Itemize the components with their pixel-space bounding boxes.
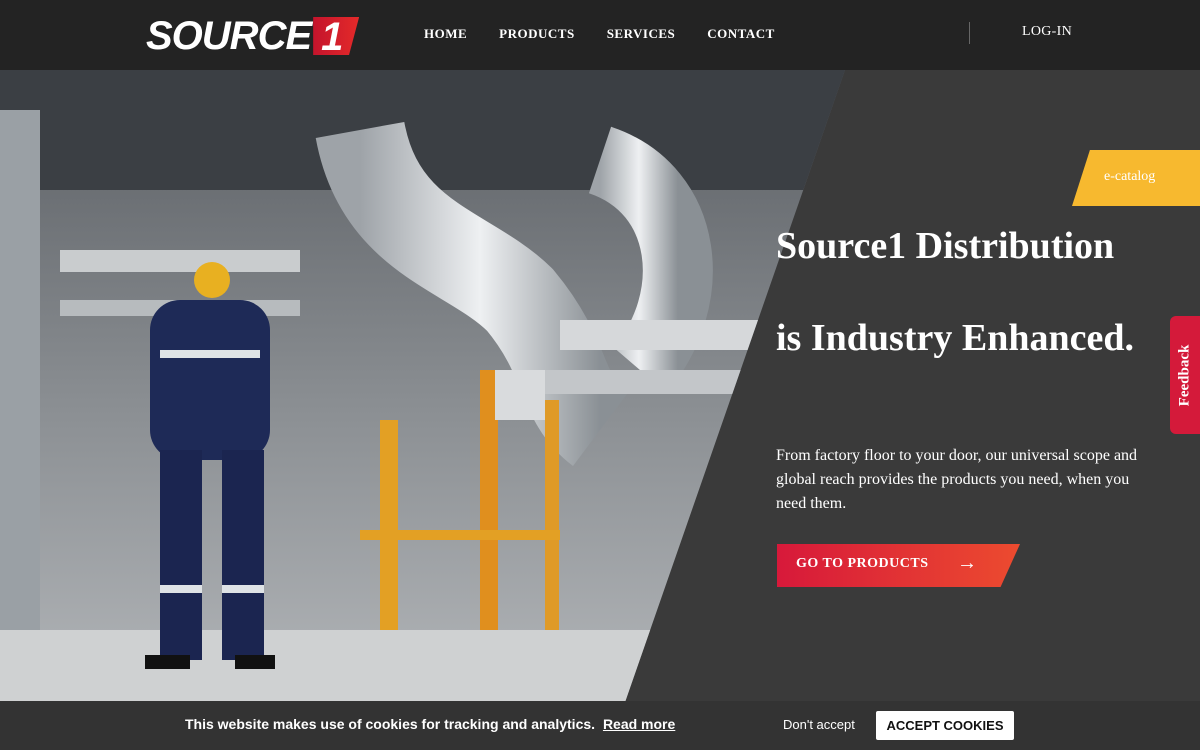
site-header: SOURCE 1 HOME PRODUCTS SERVICES CONTACT …: [0, 0, 1200, 70]
cta-label: GO TO PRODUCTS: [796, 556, 929, 571]
hero-title-line1: Source1 Distribution: [776, 225, 1115, 267]
hero-description: From factory floor to your door, our uni…: [776, 447, 1138, 512]
main-nav: HOME PRODUCTS SERVICES CONTACT: [424, 26, 775, 42]
nav-home[interactable]: HOME: [424, 26, 467, 42]
hero-image: [0, 70, 845, 750]
cookie-message-text: This website makes use of cookies for tr…: [185, 716, 596, 732]
logo[interactable]: SOURCE 1: [146, 14, 360, 58]
hero-title-line2: is Industry Enhanced.: [776, 317, 1134, 359]
cookie-banner: This website makes use of cookies for tr…: [0, 701, 1200, 750]
go-to-products-button[interactable]: GO TO PRODUCTS →: [777, 544, 1020, 587]
nav-contact[interactable]: CONTACT: [707, 26, 775, 42]
logo-digit: 1: [321, 15, 344, 59]
logo-badge: 1: [313, 17, 360, 55]
feedback-tab[interactable]: Feedback: [1170, 316, 1200, 434]
nav-divider: [969, 22, 970, 44]
nav-services[interactable]: SERVICES: [607, 26, 676, 42]
accept-cookies-button[interactable]: ACCEPT COOKIES: [876, 711, 1014, 740]
ecatalog-link[interactable]: e-catalog: [1072, 150, 1200, 206]
feedback-label: Feedback: [1176, 344, 1193, 406]
cookie-message: This website makes use of cookies for tr…: [185, 716, 675, 732]
logo-wordmark: SOURCE: [146, 14, 312, 58]
login-link[interactable]: LOG-IN: [1022, 24, 1072, 40]
arrow-right-icon: →: [957, 552, 978, 574]
nav-products[interactable]: PRODUCTS: [499, 26, 575, 42]
dont-accept-button[interactable]: Don't accept: [783, 717, 855, 732]
read-more-link[interactable]: Read more: [603, 716, 675, 732]
